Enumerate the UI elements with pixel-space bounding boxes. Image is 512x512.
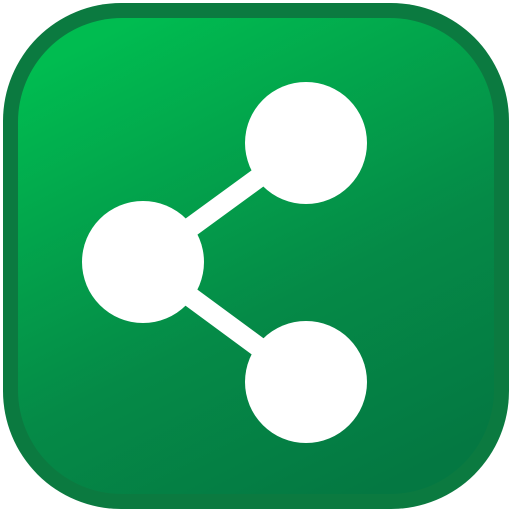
share-node-bottom (245, 321, 367, 443)
share-app-icon[interactable] (0, 0, 512, 512)
app-icon-canvas (0, 0, 512, 512)
share-node-left (82, 201, 204, 323)
share-node-top (245, 82, 367, 204)
